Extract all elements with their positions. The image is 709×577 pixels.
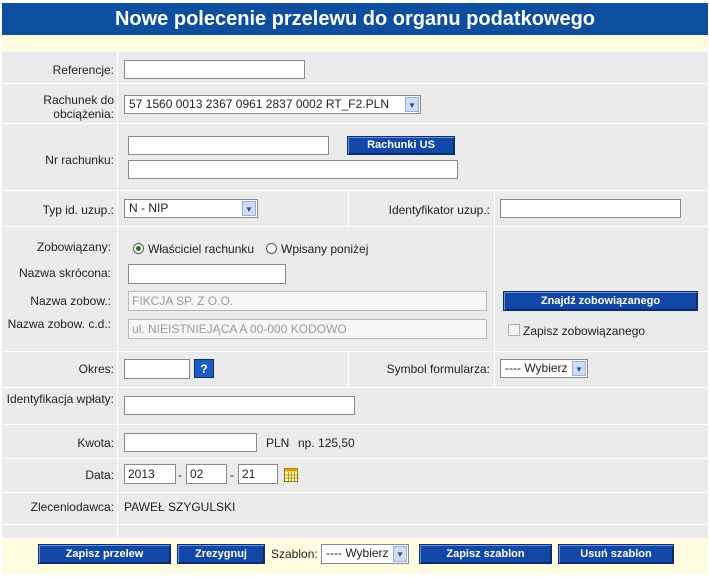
symbol-select-value: ---- Wybierz bbox=[505, 361, 568, 375]
row-divider bbox=[2, 351, 708, 352]
column-divider bbox=[494, 226, 495, 351]
rachunki-us-button[interactable]: Rachunki US bbox=[347, 136, 455, 155]
spacer-band bbox=[2, 35, 708, 52]
kwota-label: Kwota: bbox=[77, 436, 114, 450]
referencje-input[interactable] bbox=[124, 60, 305, 79]
typ-id-label: Typ id. uzup.: bbox=[42, 203, 114, 217]
row-divider bbox=[2, 492, 708, 493]
nr-rachunku-input-2[interactable] bbox=[128, 160, 458, 179]
identyfikator-label: Identyfikator uzup.: bbox=[388, 203, 490, 217]
zapisz-przelew-button[interactable]: Zapisz przelew bbox=[38, 544, 171, 564]
dropdown-arrow-icon: ▼ bbox=[393, 546, 407, 562]
nazwa-zobow-cd-input[interactable] bbox=[128, 319, 487, 339]
date-year-input[interactable] bbox=[124, 464, 176, 484]
dropdown-arrow-icon: ▼ bbox=[572, 361, 586, 376]
usun-szablon-button[interactable]: Usuń szablon bbox=[558, 544, 674, 564]
date-separator: - bbox=[230, 468, 234, 482]
date-month-input[interactable] bbox=[186, 464, 227, 484]
okres-input[interactable] bbox=[124, 359, 190, 379]
help-icon[interactable]: ? bbox=[194, 359, 214, 378]
radio-owner-label: Właściciel rachunku bbox=[148, 242, 255, 256]
typ-id-select-value: N - NIP bbox=[129, 201, 169, 215]
row-divider bbox=[2, 226, 708, 227]
date-day-input[interactable] bbox=[238, 464, 278, 484]
identyfikator-input[interactable] bbox=[500, 199, 681, 218]
data-label: Data: bbox=[85, 468, 114, 482]
szablon-label: Szablon: bbox=[271, 547, 318, 561]
column-divider bbox=[348, 190, 349, 226]
column-divider bbox=[117, 52, 118, 538]
identyfikacja-label: Identyfikacja wpłaty: bbox=[6, 392, 114, 406]
zobowiazany-label: Zobowiązany: bbox=[36, 240, 111, 254]
column-divider bbox=[348, 351, 349, 387]
zleceniodawca-value: PAWEŁ SZYGULSKI bbox=[124, 500, 236, 514]
dropdown-arrow-icon: ▼ bbox=[405, 97, 419, 112]
nazwa-skrocona-label: Nazwa skrócona: bbox=[18, 266, 111, 280]
row-divider bbox=[2, 190, 708, 191]
rachunek-select[interactable]: 57 1560 0013 2367 0961 2837 0002 RT_F2.P… bbox=[124, 95, 421, 114]
page-title: Nowe polecenie przelewu do organu podatk… bbox=[2, 3, 708, 35]
kwota-input[interactable] bbox=[124, 433, 257, 452]
nazwa-zobow-cd-label: Nazwa zobow. c.d.: bbox=[7, 317, 111, 331]
szablon-select[interactable]: ---- Wybierz ▼ bbox=[321, 544, 409, 564]
typ-id-select[interactable]: N - NIP ▼ bbox=[124, 199, 258, 218]
radio-below[interactable] bbox=[266, 243, 277, 254]
row-divider bbox=[2, 83, 708, 84]
dropdown-arrow-icon: ▼ bbox=[242, 201, 256, 216]
szablon-select-value: ---- Wybierz bbox=[326, 546, 389, 560]
zleceniodawca-label: Zleceniodawca: bbox=[30, 500, 114, 514]
calendar-icon[interactable] bbox=[284, 468, 298, 482]
row-divider bbox=[2, 524, 708, 525]
kwota-hint: np. 125,50 bbox=[298, 436, 355, 450]
date-separator: - bbox=[178, 468, 182, 482]
column-divider bbox=[494, 190, 495, 226]
row-divider bbox=[2, 387, 708, 388]
column-divider bbox=[494, 351, 495, 387]
identyfikacja-input[interactable] bbox=[124, 396, 355, 415]
row-divider bbox=[2, 458, 708, 459]
okres-label: Okres: bbox=[78, 362, 114, 376]
row-divider bbox=[2, 424, 708, 425]
kwota-currency: PLN bbox=[266, 436, 290, 450]
zapisz-zobowiazanego-checkbox[interactable] bbox=[508, 324, 520, 336]
nazwa-zobow-label: Nazwa zobow.: bbox=[30, 294, 111, 308]
symbol-formularza-label: Symbol formularza: bbox=[386, 362, 490, 376]
rachunek-label: Rachunek do obciążenia: bbox=[43, 93, 114, 121]
row-divider bbox=[2, 123, 708, 124]
radio-owner[interactable] bbox=[133, 243, 144, 254]
radio-below-label: Wpisany poniżej bbox=[281, 242, 369, 256]
zapisz-szablon-button[interactable]: Zapisz szablon bbox=[419, 544, 552, 564]
znajdz-zobowiazanego-button[interactable]: Znajdź zobowiązanego bbox=[503, 291, 698, 311]
referencje-label: Referencje: bbox=[52, 63, 114, 77]
nazwa-skrocona-input[interactable] bbox=[128, 264, 286, 284]
nazwa-zobow-input[interactable] bbox=[128, 291, 487, 311]
rachunek-select-value: 57 1560 0013 2367 0961 2837 0002 RT_F2.P… bbox=[129, 97, 389, 111]
zrezygnuj-button[interactable]: Zrezygnuj bbox=[177, 544, 265, 564]
nr-rachunku-label: Nr rachunku: bbox=[45, 153, 114, 167]
zapisz-zobowiazanego-label: Zapisz zobowiązanego bbox=[523, 324, 646, 338]
symbol-formularza-select[interactable]: ---- Wybierz ▼ bbox=[500, 359, 588, 378]
nr-rachunku-input-1[interactable] bbox=[128, 136, 329, 155]
